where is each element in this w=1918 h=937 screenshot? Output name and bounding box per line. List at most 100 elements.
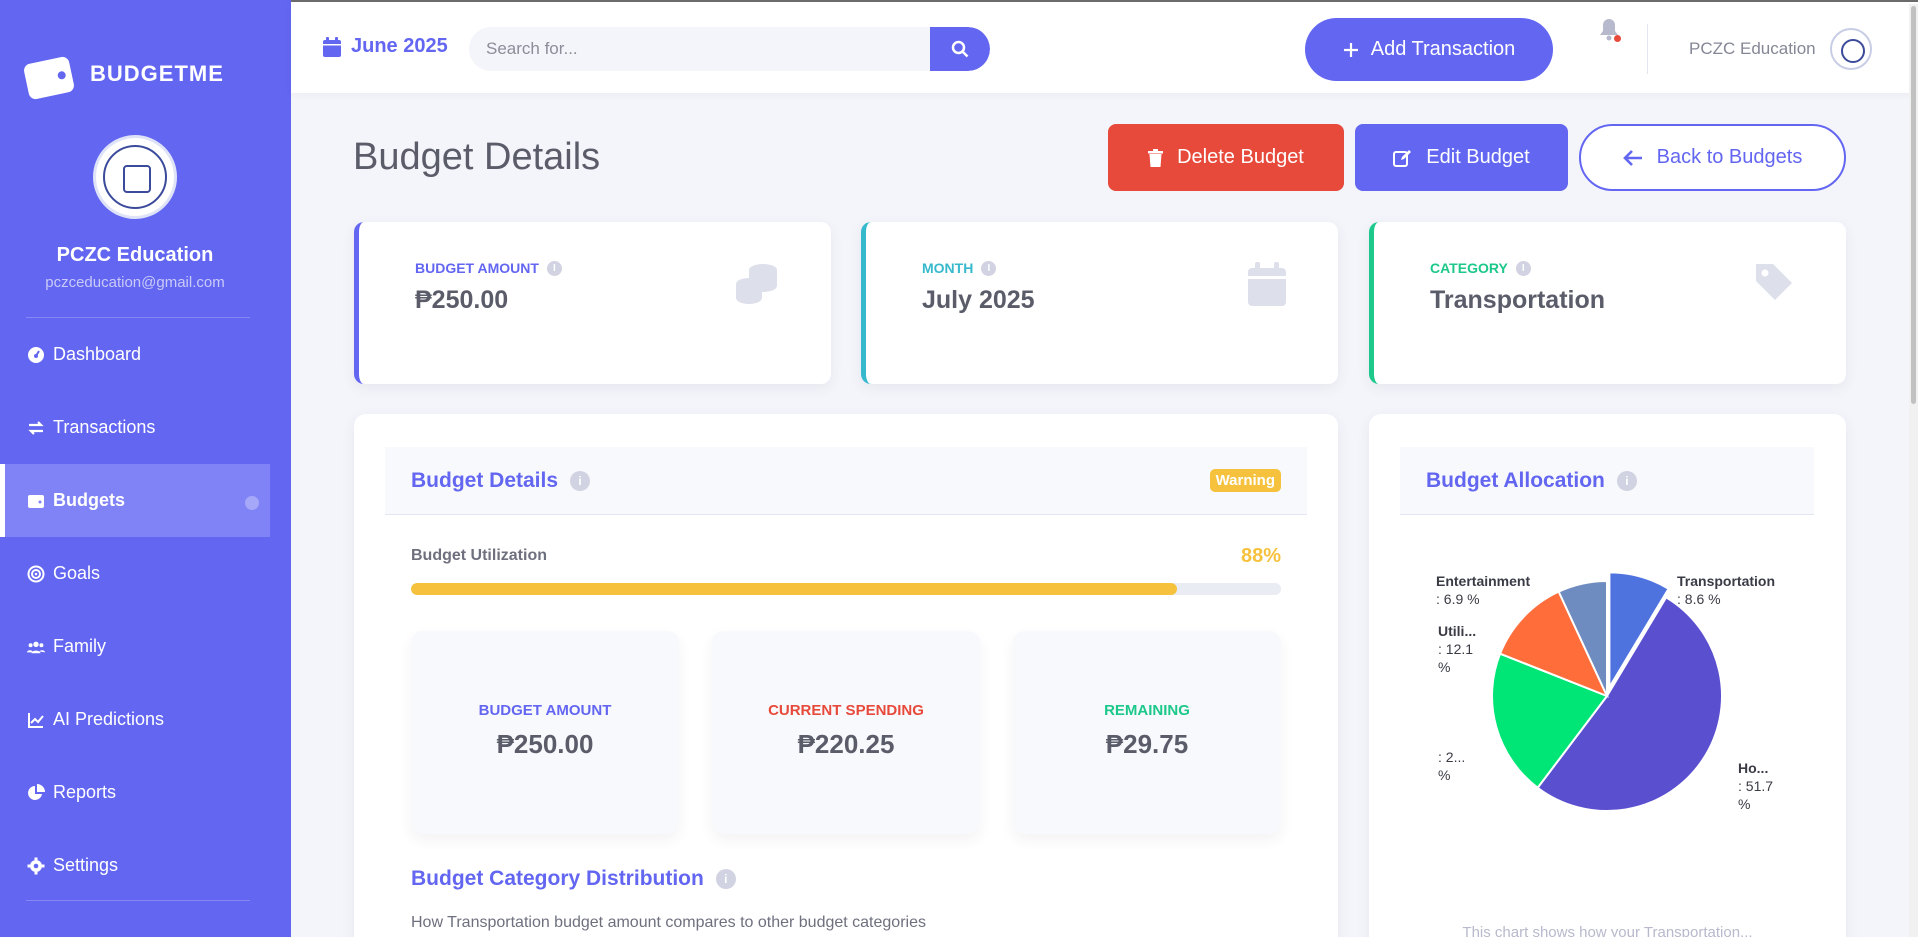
search-button[interactable]	[930, 27, 990, 71]
search-input[interactable]	[469, 27, 929, 71]
gauge-icon	[27, 346, 45, 364]
sidebar-item-label: Family	[53, 636, 106, 656]
back-to-budgets-label: Back to Budgets	[1656, 146, 1803, 168]
pie-chart-icon	[27, 783, 45, 802]
month-label: MONTH	[922, 260, 974, 276]
utilization-label: Budget Utilization	[411, 547, 547, 564]
arrow-left-icon	[1622, 149, 1642, 166]
summary-remaining: REMAINING ₱29.75	[1013, 631, 1281, 834]
summary-value: ₱29.75	[1105, 729, 1189, 759]
category-distribution-subtitle: How Transportation budget amount compare…	[411, 914, 926, 931]
sidebar: BUDGETME PCZC Education pczceducation@gm…	[0, 0, 291, 937]
month-value: July 2025	[922, 286, 1035, 314]
budget-allocation-title-row: Budget Allocation i	[1426, 469, 1637, 493]
profile-name: PCZC Education	[56, 244, 214, 266]
sidebar-divider	[26, 900, 250, 901]
category-card: CATEGORY i Transportation	[1369, 222, 1846, 384]
sidebar-item-label: Dashboard	[53, 344, 142, 364]
category-label-row: CATEGORY i	[1430, 260, 1531, 276]
add-transaction-button[interactable]: Add Transaction	[1305, 18, 1553, 81]
month-label-row: MONTH i	[922, 260, 997, 276]
user-avatar[interactable]	[1830, 28, 1872, 70]
sidebar-item-settings[interactable]: Settings	[0, 829, 270, 902]
budget-details-title: Budget Details	[411, 468, 559, 492]
edit-budget-label: Edit Budget	[1426, 146, 1530, 168]
status-badge: Warning	[1209, 469, 1281, 492]
sidebar-item-ai-predictions[interactable]: AI Predictions	[0, 683, 270, 756]
pie-label-name: Entertainment	[1436, 573, 1531, 589]
info-icon[interactable]: i	[981, 260, 997, 276]
pie-label-utilities: Utili... : 12.1 %	[1438, 622, 1484, 676]
topbar: June 2025 Add Transaction PCZC Education	[291, 0, 1918, 937]
sidebar-item-label: Goals	[53, 563, 101, 583]
trash-icon	[1148, 148, 1164, 167]
sidebar-item-reports[interactable]: Reports	[0, 756, 270, 829]
summary-label: CURRENT SPENDING	[768, 702, 924, 719]
pie-label-value: : 6.9 %	[1436, 591, 1480, 607]
pie-label-other: : 2... %	[1438, 730, 1478, 784]
user-name[interactable]: PCZC Education	[1689, 39, 1816, 59]
exchange-icon	[27, 419, 45, 437]
calendar-icon	[323, 36, 341, 57]
month-card: MONTH i July 2025	[861, 222, 1338, 384]
pie-label-name: Utili...	[1438, 623, 1477, 639]
budget-amount-label-row: BUDGET AMOUNT i	[415, 260, 562, 276]
pie-label-housing: Ho... : 51.7 %	[1738, 759, 1780, 813]
tag-icon	[1756, 264, 1792, 300]
notification-button[interactable]	[1598, 17, 1622, 45]
summary-budget-amount: BUDGET AMOUNT ₱250.00	[411, 631, 679, 834]
wallet-logo-icon	[22, 52, 76, 101]
budget-amount-value: ₱250.00	[415, 286, 509, 314]
info-icon[interactable]: i	[715, 869, 736, 889]
delete-budget-label: Delete Budget	[1177, 146, 1304, 168]
sidebar-item-goals[interactable]: Goals	[0, 537, 270, 610]
utilization-percent: 88%	[1240, 545, 1281, 567]
page-title: Budget Details	[353, 136, 601, 178]
category-distribution-title: Budget Category Distribution	[411, 867, 704, 890]
coins-icon	[736, 264, 777, 304]
scrollbar-thumb[interactable]	[1911, 6, 1916, 404]
budget-details-header: Budget Details i Warning	[385, 447, 1307, 515]
calendar-icon	[1248, 262, 1286, 306]
sidebar-item-label: AI Predictions	[53, 709, 165, 729]
info-icon[interactable]: i	[570, 470, 591, 491]
chart-footnote: This chart shows how your Transportation…	[1462, 924, 1753, 937]
info-icon[interactable]: i	[1616, 470, 1637, 491]
pie-label-name: Ho...	[1738, 760, 1769, 776]
plus-icon	[1343, 42, 1358, 57]
sidebar-item-dashboard[interactable]: Dashboard	[0, 318, 270, 391]
notification-dot	[1614, 35, 1621, 42]
budget-allocation-title: Budget Allocation	[1426, 468, 1605, 492]
info-icon[interactable]: i	[1515, 260, 1531, 276]
brand-name: BUDGETME	[90, 61, 224, 86]
budget-amount-label: BUDGET AMOUNT	[415, 260, 539, 276]
sidebar-nav: Dashboard Transactions Budgets Goals Fam…	[0, 318, 270, 902]
sidebar-item-label: Transactions	[53, 417, 156, 437]
search-bar	[469, 27, 990, 71]
budget-amount-card: BUDGET AMOUNT i ₱250.00	[354, 222, 831, 384]
target-icon	[27, 565, 45, 583]
sidebar-item-transactions[interactable]: Transactions	[0, 391, 270, 464]
sidebar-item-label: Budgets	[53, 490, 125, 510]
info-icon[interactable]: i	[546, 260, 562, 276]
search-icon	[951, 40, 969, 58]
brand[interactable]: BUDGETME	[22, 52, 224, 101]
budget-allocation-panel: Budget Allocation i Entertainment : 6.9 …	[1369, 414, 1846, 937]
edit-icon	[1393, 149, 1412, 167]
edit-budget-button[interactable]: Edit Budget	[1355, 124, 1568, 191]
profile-email: pczceducation@gmail.com	[45, 274, 225, 291]
category-label: CATEGORY	[1430, 260, 1508, 276]
delete-budget-button[interactable]: Delete Budget	[1108, 124, 1344, 191]
add-transaction-label: Add Transaction	[1370, 38, 1516, 60]
scrollbar[interactable]	[1909, 4, 1918, 937]
users-icon	[27, 638, 45, 656]
pie-label-value: : 2... %	[1438, 749, 1466, 783]
back-to-budgets-button[interactable]: Back to Budgets	[1579, 124, 1846, 191]
sidebar-item-family[interactable]: Family	[0, 610, 270, 683]
pie-label-transportation: Transportation : 8.6 %	[1677, 572, 1775, 608]
sidebar-item-label: Reports	[53, 782, 117, 802]
sidebar-item-label: Settings	[53, 855, 119, 875]
topbar-divider	[1647, 24, 1648, 74]
sidebar-item-budgets[interactable]: Budgets	[0, 464, 270, 537]
current-month[interactable]: June 2025	[323, 35, 448, 58]
